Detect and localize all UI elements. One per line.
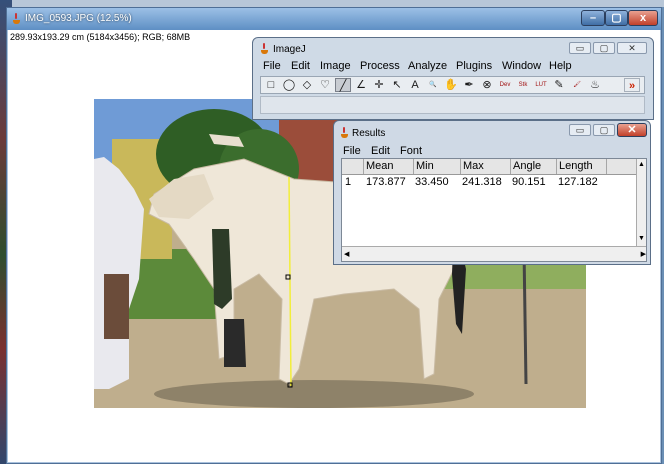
point-tool-icon[interactable]: ✛ xyxy=(371,78,387,92)
stacks-menu-icon[interactable]: Stk xyxy=(515,78,531,92)
image-info-text: 289.93x193.29 cm (5184x3456); RGB; 68MB xyxy=(10,32,191,42)
text-tool-icon[interactable]: A xyxy=(407,78,423,92)
stop-tool-icon[interactable]: ⊗ xyxy=(479,78,495,92)
menu-image[interactable]: Image xyxy=(320,60,351,72)
results-menu-edit[interactable]: Edit xyxy=(371,145,390,157)
imagej-window[interactable]: ImageJ ▭ ▢ ✕ File Edit Image Process Ana… xyxy=(252,37,654,120)
cell-min: 33.450 xyxy=(415,176,449,188)
menu-file[interactable]: File xyxy=(263,60,281,72)
pencil-tool-icon[interactable]: ✎ xyxy=(551,78,567,92)
imagej-maximize-button[interactable]: ▢ xyxy=(593,42,615,54)
results-title: Results xyxy=(352,128,386,139)
desktop-top-strip xyxy=(0,0,664,7)
hand-tool-icon[interactable]: ✋ xyxy=(443,78,459,92)
menu-analyze[interactable]: Analyze xyxy=(408,60,447,72)
dropper-tool-icon[interactable]: ✒ xyxy=(461,78,477,92)
imagej-java-icon xyxy=(260,43,269,54)
minimize-button[interactable]: – xyxy=(581,10,605,26)
column-header-empty xyxy=(606,159,639,174)
menu-plugins[interactable]: Plugins xyxy=(456,60,492,72)
scroll-right-arrow-icon[interactable]: ▶ xyxy=(641,250,646,258)
straight-line-tool-icon[interactable]: ╱ xyxy=(335,78,351,92)
image-window-title: IMG_0593.JPG (12.5%) xyxy=(25,13,132,24)
cell-max: 241.318 xyxy=(462,176,502,188)
imagej-close-button[interactable]: ✕ xyxy=(617,42,647,54)
java-icon xyxy=(12,13,21,24)
results-table-header: Mean Min Max Angle Length xyxy=(342,159,639,175)
menu-edit[interactable]: Edit xyxy=(291,60,310,72)
results-window[interactable]: Results ▭ ▢ ✕ File Edit Font Mean Min Ma… xyxy=(333,120,651,265)
menu-window[interactable]: Window xyxy=(502,60,541,72)
polygon-tool-icon[interactable]: ◇ xyxy=(299,78,315,92)
column-header-max[interactable]: Max xyxy=(460,159,510,174)
cell-index: 1 xyxy=(345,176,352,188)
maximize-button[interactable]: ▢ xyxy=(605,10,628,26)
freehand-tool-icon[interactable]: ♡ xyxy=(317,78,333,92)
more-tools-icon[interactable]: » xyxy=(624,78,640,92)
lut-menu-icon[interactable]: LUT xyxy=(533,78,549,92)
column-header-length[interactable]: Length xyxy=(556,159,606,174)
cell-length: 127.182 xyxy=(558,176,598,188)
scroll-down-arrow-icon[interactable]: ▼ xyxy=(637,235,646,242)
results-minimize-button[interactable]: ▭ xyxy=(569,124,591,136)
cell-mean: 173.877 xyxy=(366,176,406,188)
cell-angle: 90.151 xyxy=(512,176,546,188)
results-table[interactable]: Mean Min Max Angle Length 1 173.877 33.4… xyxy=(341,158,647,262)
results-menu-file[interactable]: File xyxy=(343,145,361,157)
results-menu-font[interactable]: Font xyxy=(400,145,422,157)
horizontal-scrollbar[interactable]: ◀ ▶ xyxy=(342,246,646,261)
magnifier-tool-icon[interactable]: 🔍 xyxy=(425,78,441,92)
results-maximize-button[interactable]: ▢ xyxy=(593,124,615,136)
results-close-button[interactable]: ✕ xyxy=(617,123,647,137)
menu-help[interactable]: Help xyxy=(549,60,572,72)
imagej-title: ImageJ xyxy=(273,44,306,55)
imagej-status-bar xyxy=(260,96,645,114)
developer-menu-icon[interactable]: Dev xyxy=(497,78,513,92)
imagej-minimize-button[interactable]: ▭ xyxy=(569,42,591,54)
column-header-min[interactable]: Min xyxy=(413,159,460,174)
column-header-angle[interactable]: Angle xyxy=(510,159,556,174)
scroll-up-arrow-icon[interactable]: ▲ xyxy=(637,161,646,168)
scroll-left-arrow-icon[interactable]: ◀ xyxy=(344,250,349,258)
image-window-titlebar[interactable]: IMG_0593.JPG (12.5%) – ▢ x xyxy=(7,8,661,30)
close-button[interactable]: x xyxy=(628,10,658,26)
flood-fill-tool-icon[interactable]: ♨ xyxy=(587,78,603,92)
oval-tool-icon[interactable]: ◯ xyxy=(281,78,297,92)
brush-tool-icon[interactable]: 🖌 xyxy=(569,78,585,92)
rectangle-tool-icon[interactable]: □ xyxy=(263,78,279,92)
results-java-icon xyxy=(340,127,349,138)
vertical-scrollbar[interactable]: ▲ ▼ xyxy=(636,159,646,247)
angle-tool-icon[interactable]: ∠ xyxy=(353,78,369,92)
column-header-index[interactable] xyxy=(342,159,363,174)
imagej-toolbar: □ ◯ ◇ ♡ ╱ ∠ ✛ ↖ A 🔍 ✋ ✒ ⊗ Dev Stk LUT ✎ 🖌 ♨ » xyxy=(260,76,645,94)
wand-tool-icon[interactable]: ↖ xyxy=(389,78,405,92)
menu-process[interactable]: Process xyxy=(360,60,400,72)
column-header-mean[interactable]: Mean xyxy=(363,159,413,174)
